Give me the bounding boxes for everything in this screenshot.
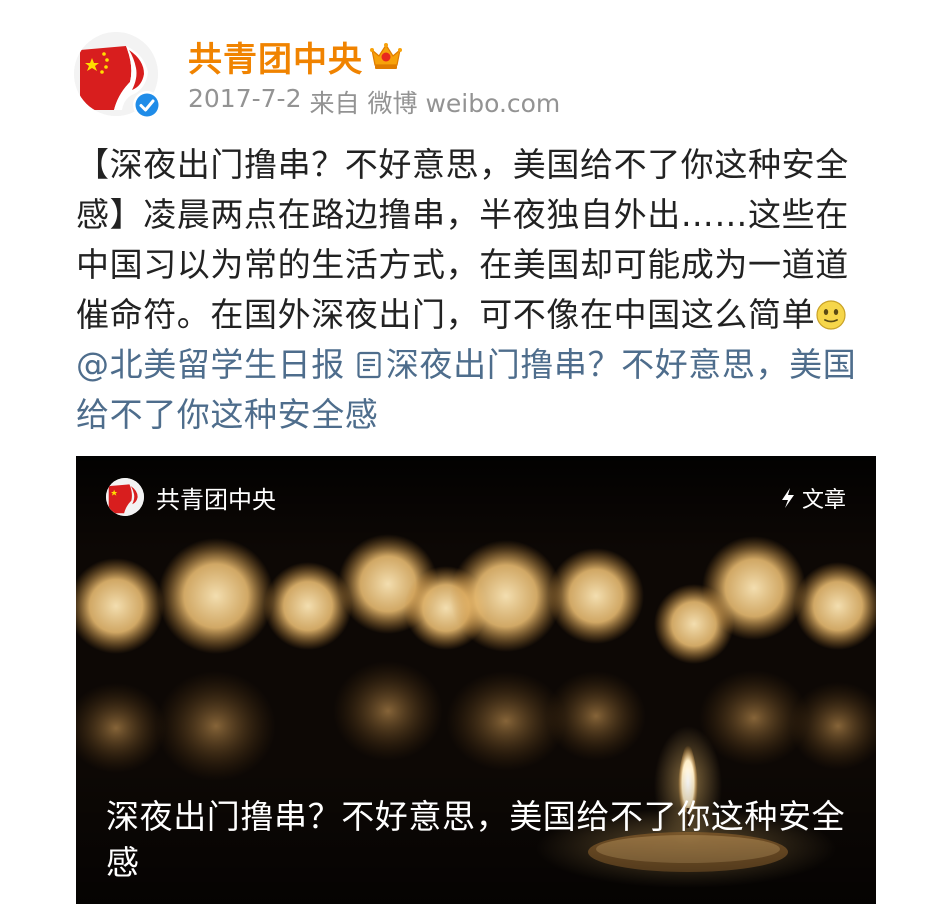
card-header: 共青团中央 xyxy=(106,478,276,516)
post-date[interactable]: 2017-7-2 xyxy=(188,84,301,120)
card-avatar[interactable] xyxy=(106,478,144,516)
avatar[interactable] xyxy=(74,32,161,119)
card-account-name: 共青团中央 xyxy=(156,485,276,514)
smile-emoji-icon xyxy=(816,300,846,330)
post-header: 共青团中央 2017-7-2 来自 微博 weibo.com xyxy=(74,28,894,128)
article-card[interactable]: 共青团中央 文章 深夜出门撸串？不好意思，美国给不了你这种安全感 xyxy=(76,456,876,904)
post-source[interactable]: 微博 weibo.com xyxy=(368,84,561,120)
account-name-row: 共青团中央 xyxy=(188,32,403,81)
weibo-post: 共青团中央 2017-7-2 来自 微博 weibo.com 【深夜出门撸串？不… xyxy=(0,0,942,911)
card-title: 深夜出门撸串？不好意思，美国给不了你这种安全感 xyxy=(106,797,846,882)
account-name[interactable]: 共青团中央 xyxy=(188,32,363,81)
card-type-badge: 文章 xyxy=(780,482,846,514)
crown-icon[interactable] xyxy=(369,41,403,71)
card-type-label: 文章 xyxy=(801,488,846,513)
verified-badge-icon xyxy=(133,91,161,119)
mention-link[interactable]: @北美留学生日报 xyxy=(76,345,345,384)
post-text-main: 【深夜出门撸串？不好意思，美国给不了你这种安全感】凌晨两点在路边撸串，半夜独自外… xyxy=(76,145,849,334)
post-meta: 2017-7-2 来自 微博 weibo.com xyxy=(188,84,560,120)
article-link-icon[interactable] xyxy=(356,350,382,380)
post-source-prefix: 来自 xyxy=(309,89,360,118)
post-body: 【深夜出门撸串？不好意思，美国给不了你这种安全感】凌晨两点在路边撸串，半夜独自外… xyxy=(76,140,876,440)
lightning-icon xyxy=(781,488,794,508)
youth-league-logo-icon xyxy=(106,478,144,516)
